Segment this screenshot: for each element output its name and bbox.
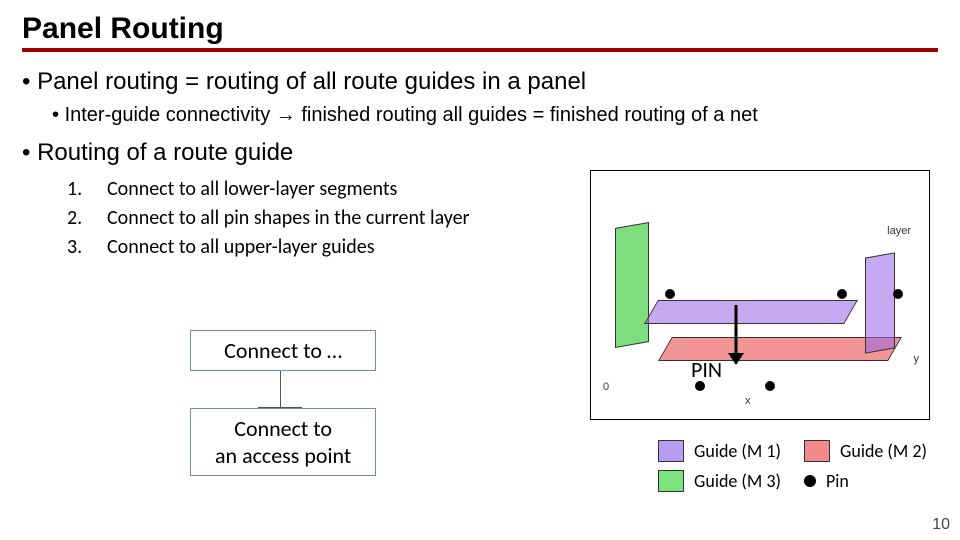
legend-label: Pin [826,470,926,492]
axis-x-label: x [745,395,751,407]
arrow-down-icon [727,305,745,370]
pin-dot [665,289,675,299]
step-text: Connect to all upper-layer guides [107,233,375,262]
connect-diagram: Connect to … Connect to an access point [190,330,376,476]
swatch-m2 [804,440,830,462]
step-number: 2. [67,204,89,233]
axis-tick: 0 [603,381,609,393]
legend-label: Guide (M 1) [694,440,794,462]
pin-dot [837,289,847,299]
legend-label: Guide (M 3) [694,470,794,492]
box-access-point: Connect to an access point [190,408,376,476]
step-number: 3. [67,233,89,262]
slide-title: Panel Routing [22,12,938,52]
guide-m1-bar-right [865,252,895,353]
pin-dot [765,381,775,391]
axis-y-label: y [914,353,920,365]
connector-line [280,371,376,407]
step-number: 1. [67,175,89,204]
guide-m3-bar [615,222,649,348]
step-text: Connect to all lower-layer segments [107,175,397,204]
swatch-m1 [658,440,684,462]
box-connect-to: Connect to … [190,330,376,371]
pin-label: PIN [691,356,722,383]
guide-m1-bar [644,300,858,324]
step-text: Connect to all pin shapes in the current… [107,204,470,233]
legend-label: Guide (M 2) [840,440,940,462]
page-number: 10 [932,516,950,534]
bullet-inter-guide: Inter-guide connectivity → finished rout… [52,104,938,127]
bullet-panel-routing: Panel routing = routing of all route gui… [22,68,938,96]
figure-legend: Guide (M 1) Guide (M 2) Guide (M 3) Pin [658,440,940,500]
swatch-m3 [658,470,684,492]
pin-dot [893,289,903,299]
routing-3d-figure: x y layer 0 PIN [590,170,930,420]
axis-z-label: layer [887,225,911,237]
legend-item-m1: Guide (M 1) Guide (M 2) [658,440,940,462]
legend-item-m3: Guide (M 3) Pin [658,470,940,492]
pin-dot-icon [804,475,816,487]
bullet-route-guide: Routing of a route guide [22,139,938,167]
